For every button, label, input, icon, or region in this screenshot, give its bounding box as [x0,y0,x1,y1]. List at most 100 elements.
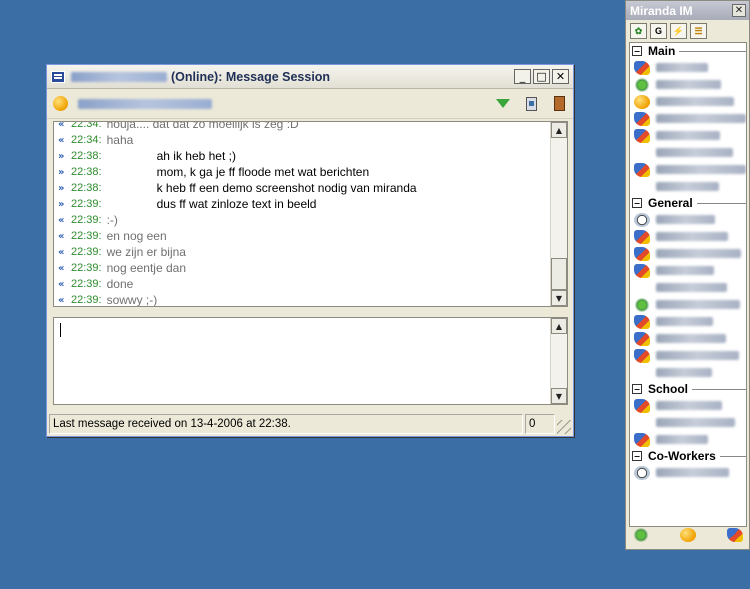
contact-row[interactable] [630,76,746,93]
group-header[interactable]: − Main [630,43,746,59]
message-text: nog eentje dan [106,261,186,275]
input-scroll-down-arrow[interactable]: ▼ [551,388,567,404]
msn-status-icon [634,128,650,143]
chat-titlebar[interactable]: (Online): Message Session _ □ ✕ [47,65,573,89]
scroll-up-arrow[interactable]: ▲ [551,122,567,138]
contact-row[interactable] [630,262,746,279]
incoming-arrow-icon: « [58,134,65,146]
minimize-button[interactable]: _ [514,69,531,84]
msn-status-icon[interactable] [727,528,743,542]
user-info-icon[interactable] [523,96,539,112]
clist-titlebar[interactable]: Miranda IM ✕ [626,1,749,20]
collapse-toggle-icon[interactable]: − [632,384,642,394]
options-icon[interactable]: ☰ [690,23,707,39]
message-input[interactable]: ▲ ▼ [53,317,568,405]
message-text: done [106,277,134,291]
contact-name-redacted [656,80,721,89]
groups-toggle-icon[interactable]: G [650,23,667,39]
contact-row[interactable] [630,279,746,296]
contact-row[interactable] [630,228,746,245]
contact-row[interactable] [630,397,746,414]
message-text: k heb ff een demo screenshot nodig van m… [156,181,417,195]
group-header[interactable]: − Co-Workers [630,448,746,464]
scroll-down-arrow[interactable]: ▼ [551,290,567,306]
contact-list-window: Miranda IM ✕ ✿ G ⚡ ☰ − Main − General − Schoo… [625,0,750,550]
message-text: en nog een [106,229,167,243]
icq-status-icon [634,77,650,92]
group-header[interactable]: − School [630,381,746,397]
log-scrollbar[interactable]: ▲ ▼ [550,122,567,306]
status-text: Last message received on 13-4-2006 at 22… [49,414,523,434]
contact-row[interactable] [630,330,746,347]
contact-row[interactable] [630,59,746,76]
contact-name-redacted [656,63,708,72]
msn-status-icon [634,432,650,447]
message-time: 22:38: [71,182,102,194]
contact-row[interactable] [630,347,746,364]
message-window-icon [51,70,65,83]
contact-name-redacted [656,418,735,427]
group-name: Main [648,44,676,58]
contact-row[interactable] [630,431,746,448]
contact-name-redacted [656,215,715,224]
history-book-icon[interactable] [551,96,567,112]
collapse-toggle-icon[interactable]: − [632,46,642,56]
incoming-arrow-icon: « [58,121,65,130]
msn-status-icon [634,314,650,329]
contact-name-redacted [656,401,722,410]
maximize-button[interactable]: □ [533,69,550,84]
contact-row[interactable] [630,245,746,262]
contact-row[interactable] [630,313,746,330]
text-caret [60,323,61,337]
message-session-window: (Online): Message Session _ □ ✕ « 22:34: h… [46,64,574,437]
log-message: « 22:39::-) [54,212,549,228]
contact-name-redacted [656,249,741,258]
msn-status-icon [634,331,650,346]
msn-status-icon [634,111,650,126]
main-menu-icon[interactable]: ✿ [630,23,647,39]
contact-row[interactable] [630,127,746,144]
contact-name-redacted [656,300,740,309]
contact-tree[interactable]: − Main − General − School − Co-Workers [629,42,747,527]
contact-row[interactable] [630,161,746,178]
collapse-toggle-icon[interactable]: − [632,451,642,461]
sounds-toggle-icon[interactable]: ⚡ [670,23,687,39]
input-scroll-up-arrow[interactable]: ▲ [551,318,567,334]
input-scrollbar[interactable]: ▲ ▼ [550,318,567,404]
log-message: » 22:38: ah ik heb het ;) [54,148,549,164]
incoming-arrow-icon: « [58,262,65,274]
window-title: (Online): Message Session [171,69,331,84]
outgoing-arrow-icon: » [58,166,65,178]
log-message: « 22:39: we zijn er bijna [54,244,549,260]
status-bar: Last message received on 13-4-2006 at 22… [49,414,571,434]
clist-toolbar: ✿ G ⚡ ☰ [626,20,749,42]
resize-grip[interactable] [557,420,571,434]
close-button[interactable]: ✕ [552,69,569,84]
global-status-icon[interactable] [680,528,696,542]
contact-row[interactable] [630,110,746,127]
contact-name-redacted [656,266,714,275]
contact-row[interactable] [630,296,746,313]
protocol-status-bar [629,528,747,546]
collapse-toggle-icon[interactable]: − [632,198,642,208]
contact-name-redacted [656,148,733,157]
contact-name-redacted [656,468,729,477]
contact-row[interactable] [630,93,746,110]
contact-row[interactable] [630,464,746,481]
group-header[interactable]: − General [630,195,746,211]
contact-row[interactable] [630,364,746,381]
message-text: haha [106,133,134,147]
contact-row[interactable] [630,211,746,228]
icq-status-icon[interactable] [633,528,649,542]
log-message: « 22:39: en nog een [54,228,549,244]
scroll-thumb[interactable] [551,258,567,290]
contact-row[interactable] [630,144,746,161]
message-time: 22:39: [71,262,102,274]
contact-row[interactable] [630,178,746,195]
group-name: Co-Workers [648,449,716,463]
contact-row[interactable] [630,414,746,431]
clist-close-button[interactable]: ✕ [732,4,746,17]
message-time: 22:39: [71,198,102,210]
history-dropdown-icon[interactable] [495,96,511,112]
message-log[interactable]: « 22:34: houja.... dat dat zo moeilijk is … [53,121,568,307]
